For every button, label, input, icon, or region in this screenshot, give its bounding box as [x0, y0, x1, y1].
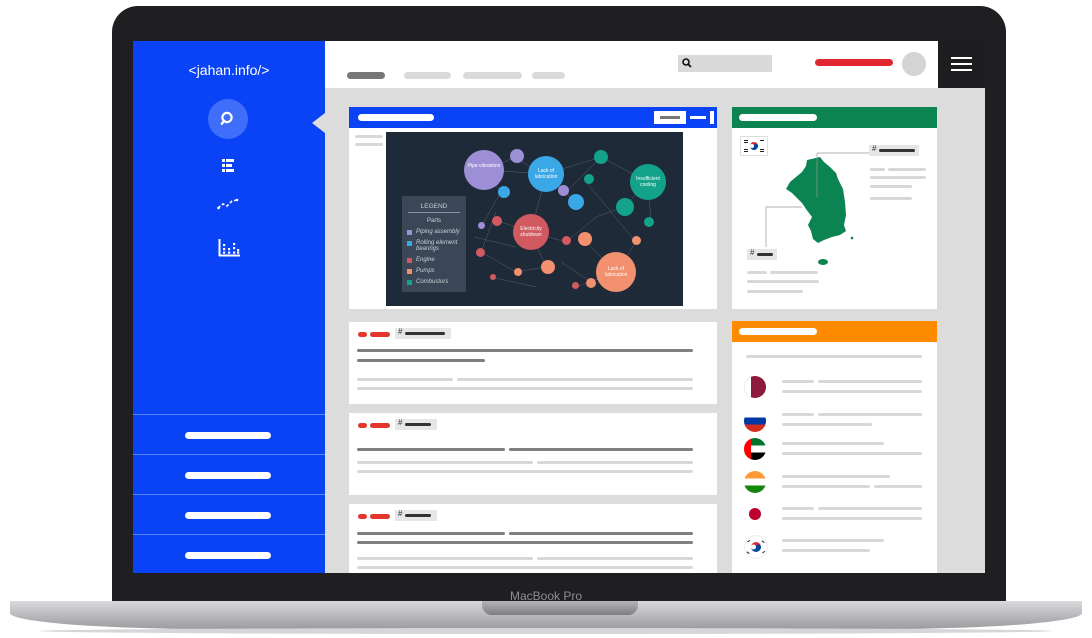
active-nav-pointer: [312, 113, 325, 133]
network-legend: LEGEND Parts Piping assembly Rolling ele…: [402, 196, 466, 292]
app-screen: <jahan.info/> Pipe vibrations Lack of lu…: [133, 41, 985, 573]
country-map-card: # #: [732, 107, 937, 309]
hamburger-menu-icon[interactable]: [938, 41, 985, 88]
sidebar-item-2[interactable]: [133, 454, 325, 495]
network-card: Pipe vibrations Lack of lubrication Insu…: [349, 107, 717, 309]
node-label: Insufficient cooling: [636, 176, 660, 188]
uae-flag-icon[interactable]: [744, 438, 766, 460]
search-icon: [682, 58, 692, 68]
tab-4[interactable]: [532, 72, 565, 79]
tab-2[interactable]: [404, 72, 451, 79]
trend-line-icon[interactable]: [217, 198, 239, 210]
device-model-label: MacBook Pro: [509, 589, 583, 603]
feed-card[interactable]: #: [349, 504, 717, 573]
card-title-placeholder: [739, 328, 817, 335]
view-toggle[interactable]: [654, 111, 714, 124]
top-header: [325, 41, 985, 88]
india-flag-icon[interactable]: [744, 471, 766, 493]
card-title-placeholder: [358, 114, 434, 121]
japan-flag-icon[interactable]: [744, 503, 766, 525]
avatar[interactable]: [902, 52, 926, 76]
sidebar-item-1[interactable]: [133, 414, 325, 455]
alert-indicator[interactable]: [815, 59, 893, 66]
sidebar-item-label: [185, 432, 271, 439]
hashtag-chip[interactable]: #: [395, 418, 437, 430]
hashtag-chip[interactable]: #: [395, 327, 451, 339]
feed-card[interactable]: #: [349, 322, 717, 404]
list-icon[interactable]: [220, 158, 236, 174]
country-list-card: [732, 321, 937, 573]
node-label: Pipe vibrations: [467, 163, 501, 169]
sidebar-item-label: [185, 472, 271, 479]
tab-3[interactable]: [463, 72, 522, 79]
brand-logo[interactable]: <jahan.info/>: [133, 62, 325, 78]
tab-1[interactable]: [347, 72, 385, 79]
network-node[interactable]: [464, 150, 504, 190]
south-korea-flag-icon[interactable]: [744, 535, 768, 559]
map-region-tag[interactable]: #: [747, 248, 777, 260]
hashtag-chip[interactable]: #: [395, 509, 437, 521]
country-list-header: [732, 321, 937, 342]
node-label: Lack of lubrication: [604, 266, 628, 278]
sidebar-item-label: [185, 512, 271, 519]
south-korea-map[interactable]: [732, 107, 937, 309]
feed-card[interactable]: #: [349, 413, 717, 495]
node-label: Electricity shutdown: [520, 226, 542, 238]
search-input[interactable]: [678, 55, 772, 72]
legend-subtitle: Parts: [426, 218, 441, 224]
node-label: Lack of lubrication: [534, 168, 558, 180]
sidebar-item-4[interactable]: [133, 534, 325, 573]
map-region-tag[interactable]: #: [869, 144, 919, 156]
nav-search-button[interactable]: [208, 99, 248, 139]
network-graph[interactable]: Pipe vibrations Lack of lubrication Insu…: [386, 132, 683, 306]
sidebar-item-label: [185, 552, 271, 559]
russia-flag-icon[interactable]: [744, 410, 766, 432]
search-icon: [220, 111, 233, 126]
qatar-flag-icon[interactable]: [744, 376, 766, 398]
legend-title: LEGEND: [420, 203, 448, 210]
sidebar: <jahan.info/>: [133, 41, 325, 573]
laptop-shadow: [40, 628, 1052, 634]
sidebar-item-3[interactable]: [133, 494, 325, 535]
bar-chart-icon[interactable]: [218, 239, 240, 257]
laptop-opening-notch: [482, 601, 638, 615]
network-card-header: [349, 107, 717, 128]
